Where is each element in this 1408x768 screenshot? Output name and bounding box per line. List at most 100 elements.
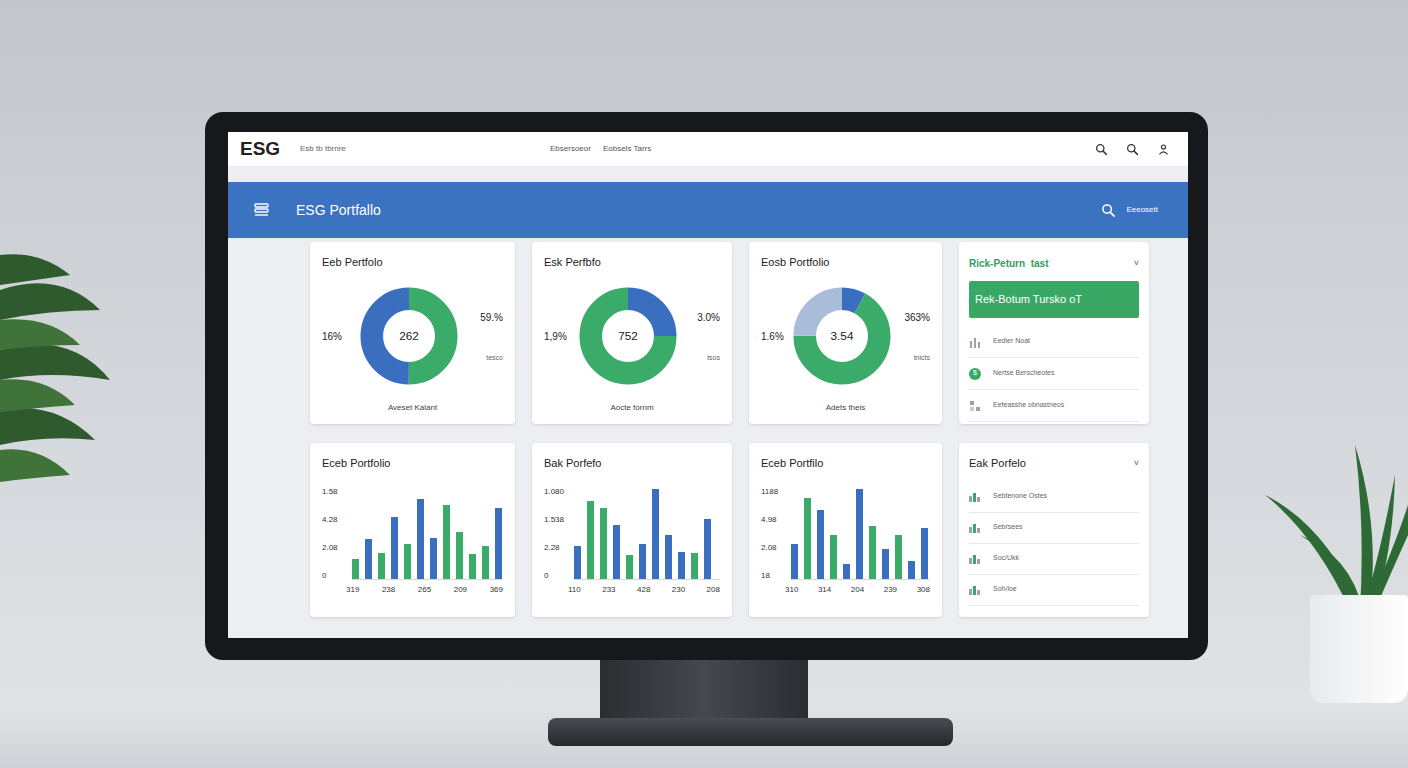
bar [365, 539, 372, 579]
donut-left-label: 1.6% [761, 329, 793, 344]
bar-fill [430, 538, 437, 579]
header-bar: ESG PortfalloEeeosett [228, 182, 1188, 238]
x-tick: 319 [346, 584, 359, 596]
side-panel: Rick-Peturn tast˅ Rek-Botum Tursko oT Eedi… [959, 242, 1149, 424]
plant-pot [1310, 595, 1408, 703]
bar-fill [404, 544, 411, 578]
coin-icon: $ [969, 368, 981, 380]
donut-body: 1.6%3.54363%tnicts [761, 271, 930, 403]
chevron-icon[interactable]: ˅ [1134, 257, 1139, 271]
y-tick: 2.28 [544, 544, 574, 552]
header-search[interactable]: Eeeosett [1101, 203, 1158, 218]
donut-caption: Adets theis [761, 402, 930, 414]
bar [352, 559, 359, 579]
donut-card: Esk Perfbfo1,9%7523.0%tsosAocte fornm [532, 242, 732, 424]
donut-caption: Aveset Kalant [322, 402, 503, 414]
donut-arc [371, 299, 445, 373]
search-icon[interactable] [1126, 143, 1139, 156]
side-panel-item[interactable]: Eefeasshe obnastneos [969, 390, 1139, 422]
y-tick: 2.08 [322, 544, 352, 552]
side-panel-item[interactable]: $ Nertse Berscheotes [969, 358, 1139, 390]
side-panel-item-label[interactable]: Eedier Noat [993, 336, 1030, 347]
side-panel-header: Rick-Peturn tast˅ [969, 256, 1139, 271]
x-tick: 265 [418, 584, 431, 596]
search-label[interactable]: Eeeosett [1126, 204, 1158, 216]
mini-chart-icon [969, 492, 983, 502]
y-tick: 4.98 [761, 516, 791, 524]
bar-fill [587, 501, 594, 578]
bar-fill [882, 549, 889, 579]
side-panel-item-label[interactable]: Nertse Berscheotes [993, 368, 1054, 379]
y-axis: 1.0801.5382.280 [544, 488, 574, 580]
bar [665, 535, 672, 578]
bar-fill [417, 499, 424, 578]
donut-right-top: 363% [904, 310, 930, 325]
side-panel-item[interactable]: Sebtenone Ostes [969, 482, 1139, 513]
chart-icon [969, 336, 981, 348]
x-tick: 204 [851, 584, 864, 596]
y-tick: 4.28 [322, 516, 352, 524]
user-icon[interactable] [1157, 143, 1170, 156]
bar-fill [652, 489, 659, 579]
left-plant-icon [0, 250, 120, 510]
x-tick: 230 [672, 584, 685, 596]
donut-segment [371, 299, 445, 373]
plot-area [574, 488, 720, 580]
layers-icon[interactable] [254, 203, 270, 217]
search-icon[interactable] [1095, 143, 1108, 156]
bar [678, 552, 685, 579]
bar-fill [804, 498, 811, 579]
chevron-icon[interactable]: ˅ [1134, 457, 1139, 471]
card-title: Eeb Pertfolo [322, 254, 503, 271]
y-tick: 0 [322, 572, 352, 580]
donut-center: 752 [618, 329, 638, 342]
top-link[interactable]: Eobsels Tarrs [603, 143, 651, 155]
bar [600, 508, 607, 578]
monitor-stand [600, 655, 808, 723]
donut-right: 363%tnicts [891, 310, 930, 364]
top-bar: ESGEsb tb tbrnreEbsersoeorEobsels Tarrs [228, 132, 1188, 166]
donut-left-label: 16% [322, 329, 354, 344]
donut-chart: 752 [579, 287, 677, 385]
side-panel-item-label[interactable]: Soh/loe [993, 584, 1017, 595]
side-panel-item-label[interactable]: Sebtenone Ostes [993, 491, 1047, 502]
x-tick: 369 [490, 584, 503, 596]
donut-chart: 3.54 [793, 287, 891, 385]
side-panel-item[interactable]: Soh/loe [969, 575, 1139, 606]
card-row: Eceb Portfolio1.584.282.0803192382652093… [310, 443, 1188, 617]
side-panel-item-label[interactable]: Soc/Ukk [993, 553, 1019, 564]
bar [691, 553, 698, 578]
mini-chart-icon [969, 554, 983, 564]
side-panel-item[interactable]: Sebrsees [969, 513, 1139, 544]
side-panel-item-label[interactable]: Eefeasshe obnastneos [993, 400, 1064, 411]
bar-fill [495, 508, 502, 578]
bar-fill [791, 544, 798, 578]
risk-return-button[interactable]: Rek-Botum Tursko oT [969, 281, 1139, 318]
bar-fill [574, 546, 581, 578]
x-axis: 110233428230208 [568, 584, 720, 596]
bar-fill [456, 532, 463, 579]
x-tick: 308 [917, 584, 930, 596]
grid-icon [969, 400, 981, 412]
x-tick: 314 [818, 584, 831, 596]
search-icon[interactable] [1101, 203, 1116, 218]
side-panel-item[interactable]: Soc/Ukk [969, 544, 1139, 575]
bar [908, 561, 915, 579]
logo[interactable]: ESG [240, 135, 300, 164]
bar-fill [678, 552, 685, 579]
bar-fill [469, 554, 476, 578]
y-tick: 1.538 [544, 516, 574, 524]
donut-right-mid: tsos [707, 353, 720, 364]
plot-area [352, 488, 503, 580]
x-tick: 238 [382, 584, 395, 596]
bar [639, 544, 646, 578]
side-panel-item[interactable]: Eedier Noat [969, 326, 1139, 358]
top-link[interactable]: Ebsersoeor [550, 143, 591, 155]
donut-arc [591, 299, 665, 373]
donut-right-top: 59.% [480, 310, 503, 325]
side-panel-header: Eak Porfelo˅ [969, 455, 1139, 472]
side-panel-item-label[interactable]: Sebrsees [993, 522, 1023, 533]
donut-segment [371, 299, 445, 373]
bar-fill [921, 528, 928, 578]
card-title: Esk Perfbfo [544, 254, 720, 271]
